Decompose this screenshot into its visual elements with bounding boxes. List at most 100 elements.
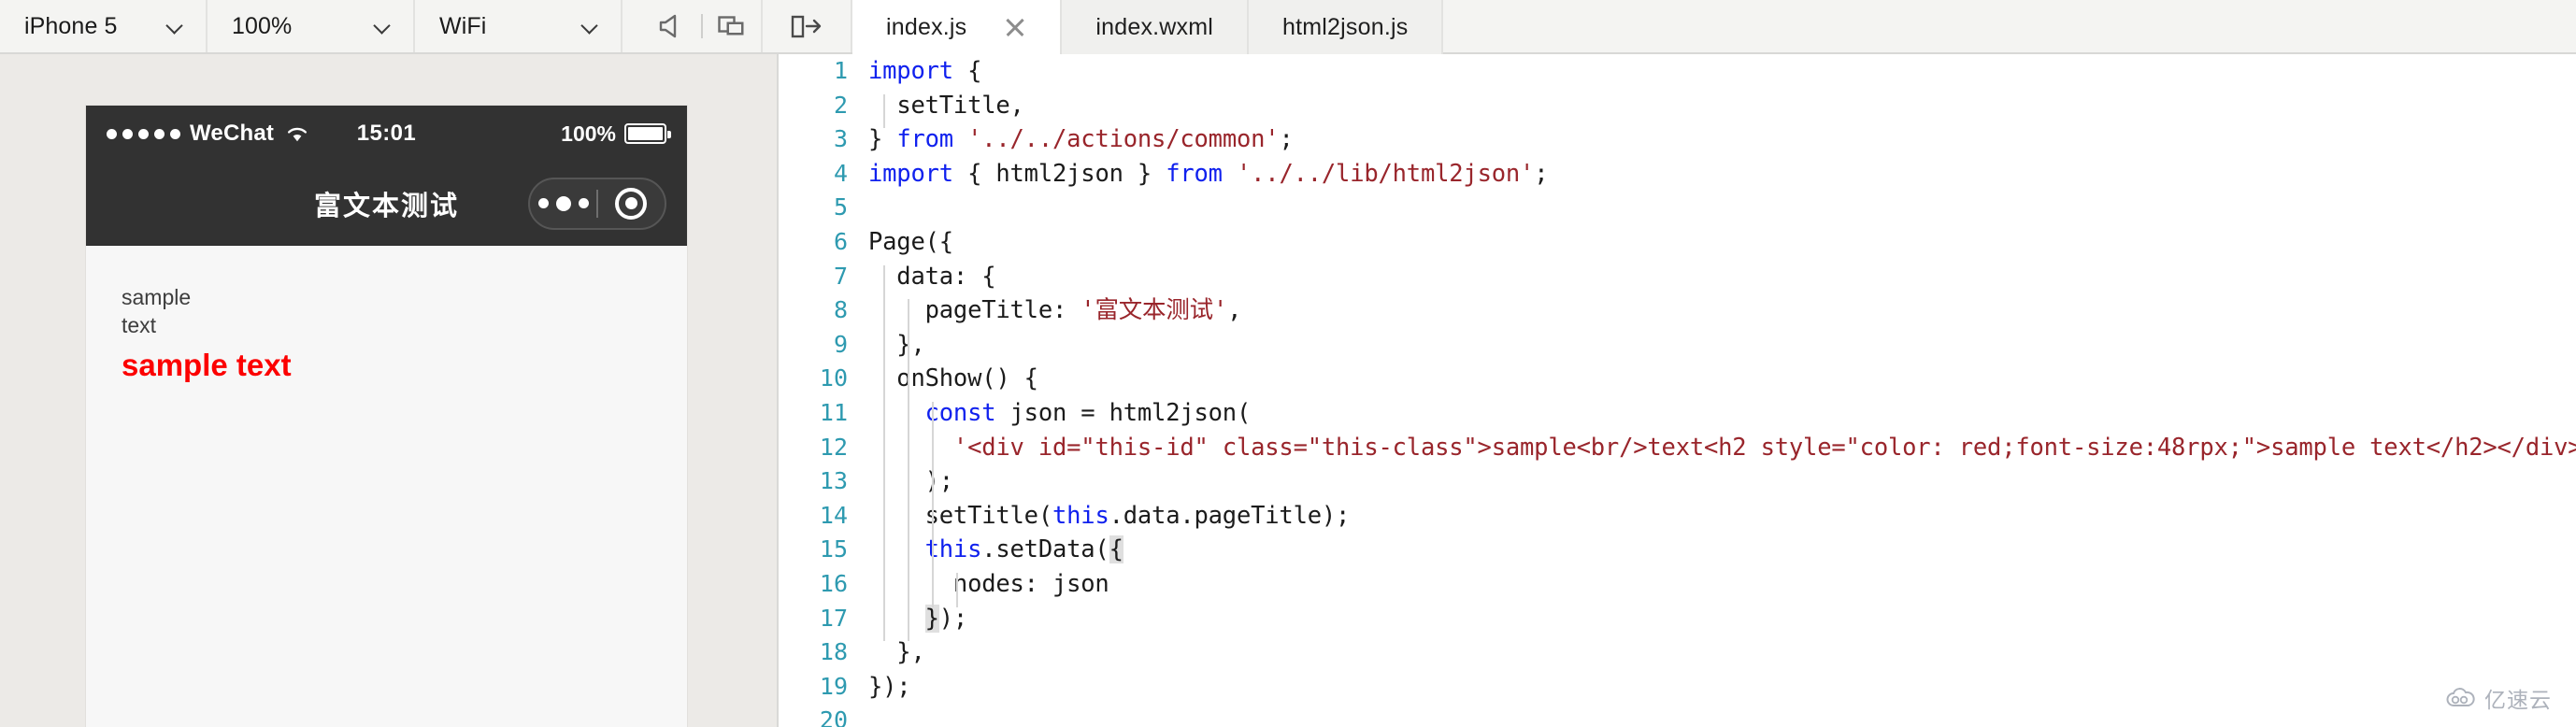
code-editor[interactable]: 1 import {2 setTitle, 3} from '../../actio… xyxy=(779,54,2576,727)
code-token: setTitle, xyxy=(896,91,1024,120)
line-number: 2 xyxy=(833,91,848,119)
multi-window-icon xyxy=(718,16,744,36)
code-line[interactable]: 2 setTitle, xyxy=(779,89,2576,123)
code-text: const json = html2json( xyxy=(868,396,1252,431)
device-select[interactable]: iPhone 5 xyxy=(0,0,208,52)
code-line[interactable]: 10 onShow() { xyxy=(779,362,2576,396)
code-token: .setData( xyxy=(981,535,1109,564)
code-text: '<div id="this-id" class="this-class">sa… xyxy=(868,431,2576,465)
close-icon[interactable] xyxy=(1004,16,1026,38)
line-number: 9 xyxy=(833,330,848,358)
code-text: onShow() { xyxy=(868,362,1038,396)
line-number: 17 xyxy=(819,604,848,632)
code-line[interactable]: 8 pageTitle: '富文本测试', xyxy=(779,293,2576,328)
line-number: 19 xyxy=(819,672,848,700)
mute-speaker-icon xyxy=(659,14,677,38)
code-text: } from '../../actions/common'; xyxy=(868,122,1294,157)
tab-index-js[interactable]: index.js xyxy=(852,0,1063,56)
zoom-select[interactable]: 100% xyxy=(208,0,415,52)
code-line[interactable]: 14 setTitle(this.data.pageTitle); xyxy=(779,499,2576,534)
code-token: '../../actions/common' xyxy=(967,125,1280,154)
code-token: '<div id="this-id" class="this-class">sa… xyxy=(952,433,2576,462)
zoom-select-label: 100% xyxy=(232,12,293,39)
tab-html2json-js[interactable]: html2json.js xyxy=(1249,0,1444,54)
code-text: setTitle, xyxy=(868,89,1024,123)
code-token: const xyxy=(924,398,996,427)
line-number: 4 xyxy=(833,159,848,187)
line-number: 18 xyxy=(819,638,848,666)
code-text: pageTitle: '富文本测试', xyxy=(868,293,1242,328)
wechat-devtools-window: iPhone 5 100% WiFi index.js index.wxml h… xyxy=(0,0,2576,727)
editor-tabs: index.js index.wxml html2json.js xyxy=(852,0,1444,56)
code-line[interactable]: 13 ); xyxy=(779,464,2576,499)
code-line[interactable]: 6 Page({ xyxy=(779,225,2576,260)
code-line[interactable]: 12 '<div id="this-id" class="this-class"… xyxy=(779,431,2576,465)
line-number: 6 xyxy=(833,227,848,255)
code-text: }); xyxy=(868,670,911,705)
code-line[interactable]: 17 }); xyxy=(779,602,2576,636)
wechat-capsule-button[interactable] xyxy=(528,177,666,230)
line-number: 7 xyxy=(833,262,848,290)
code-line[interactable]: 19}); xyxy=(779,670,2576,705)
watermark: 亿速云 xyxy=(2445,682,2552,714)
code-line[interactable]: 16 nodes: json xyxy=(779,567,2576,602)
page-title: 富文本测试 xyxy=(313,191,459,221)
target-circle-icon[interactable] xyxy=(598,187,665,220)
code-line[interactable]: 18 }, xyxy=(779,635,2576,670)
code-text: this.setData({ xyxy=(868,533,1123,567)
code-text: setTitle(this.data.pageTitle); xyxy=(868,499,1351,534)
code-text: ); xyxy=(868,464,954,499)
toolbar-icon-group-1 xyxy=(623,0,763,52)
line-number: 15 xyxy=(819,535,848,563)
phone-status-bar: WeChat 15:01 100% xyxy=(86,106,687,162)
code-line[interactable]: 4 import { html2json } from '../../lib/ht… xyxy=(779,157,2576,192)
phone-preview: WeChat 15:01 100% 富文本测试 sample text samp… xyxy=(86,106,687,727)
code-line[interactable]: 5 xyxy=(779,191,2576,225)
tab-label: html2json.js xyxy=(1282,13,1409,40)
chevron-down-icon xyxy=(581,17,600,36)
code-line[interactable]: 7 data: { xyxy=(779,260,2576,294)
code-line[interactable]: 3 } from '../../actions/common'; xyxy=(779,122,2576,157)
code-text: data: { xyxy=(868,260,995,294)
simulator-pane: WeChat 15:01 100% 富文本测试 sample text samp… xyxy=(0,54,779,727)
code-token: , xyxy=(1227,296,1242,325)
code-token: setTitle( xyxy=(868,501,1053,530)
code-line[interactable]: 11 const json = html2json( xyxy=(779,396,2576,431)
code-line[interactable]: 15 this.setData({ xyxy=(779,533,2576,567)
code-token: import xyxy=(868,57,953,85)
code-text: }); xyxy=(868,602,967,636)
tab-index-wxml[interactable]: index.wxml xyxy=(1062,0,1250,54)
mute-speaker-button[interactable] xyxy=(643,0,701,53)
code-token: ); xyxy=(938,604,968,633)
status-bar-right: 100% xyxy=(561,121,671,147)
network-select[interactable]: WiFi xyxy=(415,0,623,52)
cloud-icon xyxy=(2446,688,2475,706)
rich-text-heading: sample text xyxy=(122,347,292,382)
code-token: ); xyxy=(868,467,954,496)
toolbar-icon-group-2 xyxy=(763,0,852,52)
line-number: 20 xyxy=(819,706,848,727)
phone-nav-bar: 富文本测试 xyxy=(86,162,687,246)
code-token: from xyxy=(1166,159,1223,188)
code-token: ; xyxy=(1279,125,1294,154)
more-dots-icon[interactable] xyxy=(530,195,596,211)
code-line[interactable]: 9 }, xyxy=(779,328,2576,363)
battery-percent-label: 100% xyxy=(561,121,616,146)
code-token: json = html2json( xyxy=(995,398,1252,427)
panel-right-arrow-button[interactable] xyxy=(778,0,836,53)
code-line[interactable]: 1 import { xyxy=(779,54,2576,89)
line-number: 10 xyxy=(819,364,848,392)
multi-window-button[interactable] xyxy=(703,0,761,53)
line-number: 3 xyxy=(833,125,848,153)
toolbar-selects: iPhone 5 100% WiFi xyxy=(0,0,623,52)
code-line[interactable]: 20 xyxy=(779,704,2576,727)
code-lines: 1 import {2 setTitle, 3} from '../../actio… xyxy=(779,54,2576,727)
tab-label: index.wxml xyxy=(1095,13,1214,40)
device-select-label: iPhone 5 xyxy=(24,12,118,39)
code-token: }, xyxy=(868,638,925,667)
